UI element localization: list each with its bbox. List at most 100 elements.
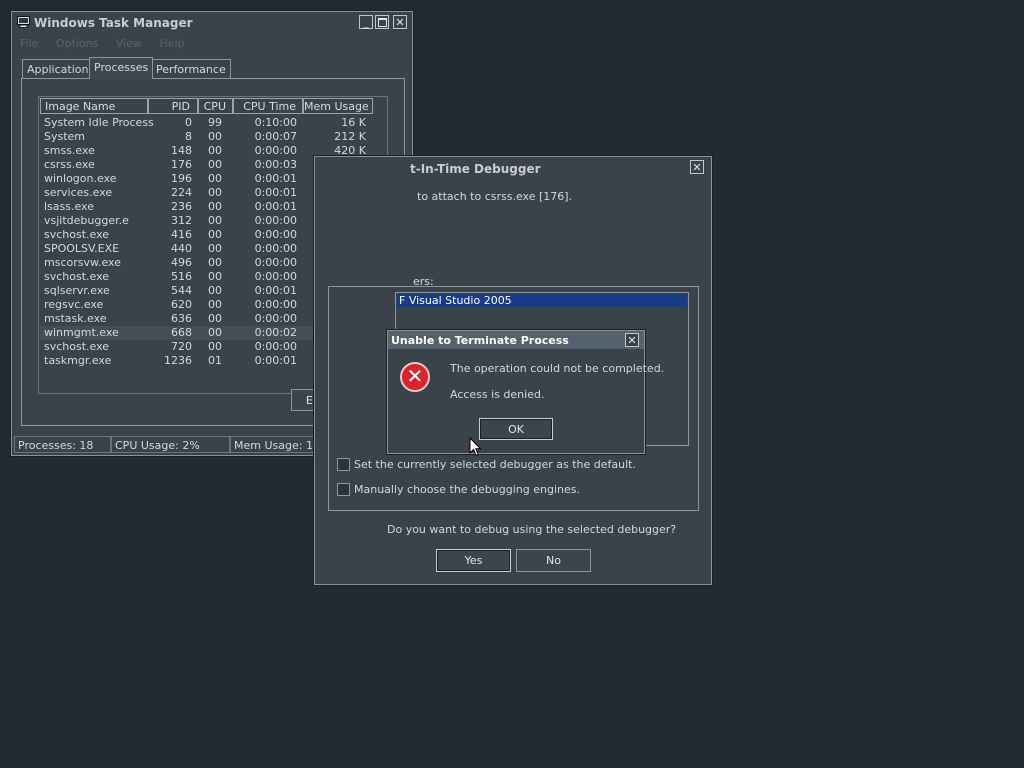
cell-pid: 224	[171, 186, 192, 199]
cell-cpu: 00	[208, 158, 222, 171]
cell-image-name: winmgmt.exe	[44, 326, 119, 339]
error-dialog: Unable to Terminate Process ✕ ✕ The oper…	[387, 330, 664, 454]
table-row[interactable]: System 8 00 0:00:07 212 K	[40, 130, 386, 144]
cell-image-name: SPOOLSV.EXE	[44, 242, 120, 255]
cell-image-name: svchost.exe	[44, 270, 110, 283]
cell-pid: 236	[171, 200, 192, 213]
cell-cpu-time: 0:00:00	[254, 144, 297, 157]
debug-question: Do you want to debug using the selected …	[387, 523, 677, 536]
debugger-message: to attach to csrss.exe [176].	[417, 190, 573, 203]
maximize-icon	[377, 18, 387, 27]
cell-pid: 620	[171, 298, 192, 311]
cell-cpu: 00	[208, 242, 222, 255]
tab-processes[interactable]: Processes	[89, 57, 154, 79]
cell-image-name: sqlservr.exe	[44, 284, 110, 297]
close-icon: ✕	[627, 334, 637, 347]
cell-image-name: csrss.exe	[44, 158, 95, 171]
cell-cpu: 00	[208, 200, 222, 213]
cell-cpu-time: 0:00:01	[254, 172, 297, 185]
cell-image-name: vsjitdebugger.e	[44, 214, 129, 227]
menu-bar: File Options View Help	[20, 37, 199, 50]
cell-cpu: 00	[208, 326, 222, 339]
minimize-button[interactable]: _	[359, 15, 373, 29]
error-title: Unable to Terminate Process	[391, 334, 569, 347]
cell-pid: 416	[171, 228, 192, 241]
cell-image-name: smss.exe	[44, 144, 95, 157]
cell-pid: 440	[171, 242, 192, 255]
error-titlebar[interactable]: Unable to Terminate Process ✕	[388, 331, 644, 349]
column-cpu[interactable]: CPU	[198, 98, 233, 114]
cell-image-name: svchost.exe	[44, 340, 110, 353]
debugger-list-item[interactable]: F Visual Studio 2005	[397, 294, 687, 307]
cell-cpu: 00	[208, 270, 222, 283]
status-processes: Processes: 18	[14, 436, 111, 453]
table-row[interactable]: System Idle Process 0 99 0:10:00 16 K	[40, 116, 386, 130]
cell-mem-usage: 16 K	[341, 116, 366, 129]
cell-cpu-time: 0:00:00	[254, 298, 297, 311]
error-line-2: Access is denied.	[450, 388, 545, 401]
cell-pid: 0	[185, 116, 192, 129]
cell-pid: 196	[171, 172, 192, 185]
cell-image-name: winlogon.exe	[44, 172, 117, 185]
task-manager-app-icon	[17, 16, 30, 28]
cell-pid: 312	[171, 214, 192, 227]
cell-image-name: lsass.exe	[44, 200, 94, 213]
menu-options[interactable]: Options	[56, 37, 98, 50]
cell-cpu-time: 0:00:02	[254, 326, 297, 339]
cell-cpu-time: 0:00:00	[254, 214, 297, 227]
cell-cpu-time: 0:00:01	[254, 200, 297, 213]
debugger-title: t-In-Time Debugger	[410, 162, 541, 176]
menu-file[interactable]: File	[20, 37, 38, 50]
no-button[interactable]: No	[516, 549, 591, 572]
cell-cpu: 00	[208, 298, 222, 311]
tab-applications[interactable]: Applications	[22, 59, 100, 78]
cell-cpu: 00	[208, 186, 222, 199]
menu-view[interactable]: View	[116, 37, 142, 50]
cell-pid: 8	[185, 130, 192, 143]
maximize-button[interactable]	[375, 15, 389, 29]
error-close-button[interactable]: ✕	[625, 333, 639, 347]
error-line-1: The operation could not be completed.	[450, 362, 665, 375]
tab-performance[interactable]: Performance	[151, 59, 231, 78]
cell-image-name: mstask.exe	[44, 312, 107, 325]
cell-cpu-time: 0:00:01	[254, 354, 297, 367]
manual-engines-checkbox[interactable]	[337, 483, 350, 496]
cell-pid: 516	[171, 270, 192, 283]
cell-pid: 668	[171, 326, 192, 339]
cell-image-name: services.exe	[44, 186, 113, 199]
menu-help[interactable]: Help	[159, 37, 184, 50]
close-button[interactable]: ✕	[393, 15, 407, 29]
cell-cpu: 00	[208, 228, 222, 241]
cell-pid: 636	[171, 312, 192, 325]
yes-button[interactable]: Yes	[436, 549, 511, 572]
default-debugger-checkbox[interactable]	[337, 458, 350, 471]
cell-cpu: 00	[208, 130, 222, 143]
error-x-icon: ✕	[400, 362, 430, 392]
cell-image-name: System	[44, 130, 86, 143]
column-pid[interactable]: PID	[148, 98, 198, 114]
cell-cpu: 01	[208, 354, 222, 367]
cell-cpu-time: 0:00:00	[254, 256, 297, 269]
task-manager-titlebar[interactable]: Windows Task Manager _ ✕	[12, 12, 412, 34]
debuggers-group-label: ers:	[413, 275, 434, 288]
cell-cpu: 00	[208, 214, 222, 227]
column-cpu-time[interactable]: CPU Time	[233, 98, 303, 114]
cell-image-name: mscorsvw.exe	[44, 256, 121, 269]
cell-cpu: 99	[208, 116, 222, 129]
ok-button[interactable]: OK	[479, 418, 553, 440]
cell-cpu-time: 0:00:01	[254, 186, 297, 199]
cell-cpu-time: 0:10:00	[254, 116, 297, 129]
cell-cpu: 00	[208, 312, 222, 325]
cell-cpu: 00	[208, 172, 222, 185]
cell-cpu-time: 0:00:00	[254, 270, 297, 283]
cell-pid: 148	[171, 144, 192, 157]
column-image-name[interactable]: Image Name	[40, 98, 148, 114]
cell-cpu-time: 0:00:07	[254, 130, 297, 143]
debugger-close-button[interactable]: ✕	[690, 160, 704, 174]
default-debugger-label: Set the currently selected debugger as t…	[354, 458, 636, 471]
cell-cpu-time: 0:00:01	[254, 284, 297, 297]
manual-engines-label: Manually choose the debugging engines.	[354, 483, 580, 496]
column-mem-usage[interactable]: Mem Usage	[303, 98, 373, 114]
cell-pid: 720	[171, 340, 192, 353]
debugger-titlebar[interactable]: t-In-Time Debugger ✕	[315, 157, 711, 179]
